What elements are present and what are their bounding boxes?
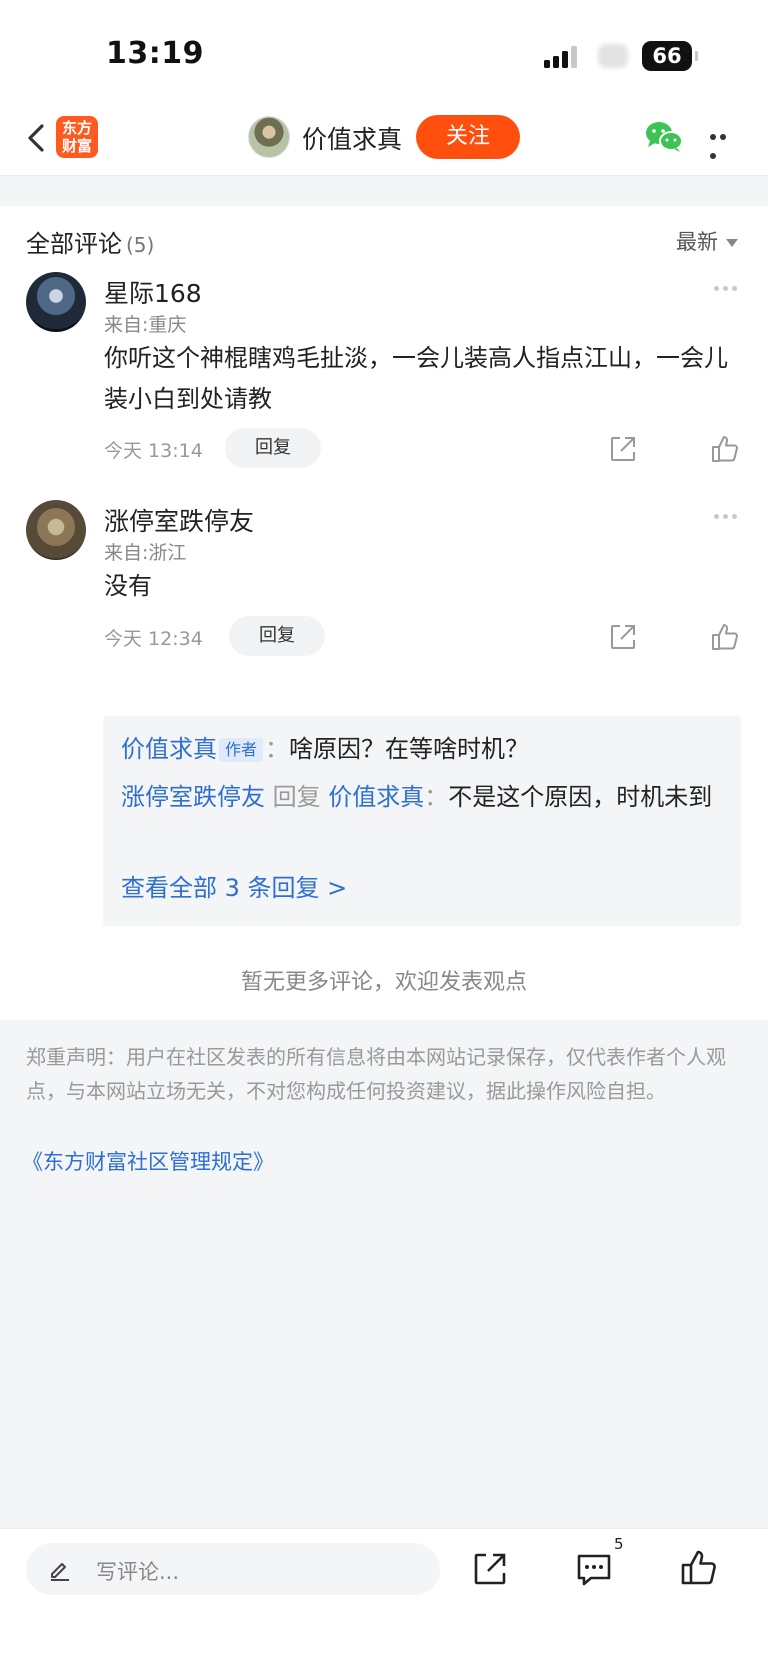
share-icon[interactable] xyxy=(608,622,638,652)
comment-text: 没有 xyxy=(104,572,152,600)
comment-item: 星际168 来自:重庆 你听这个神棍瞎鸡毛扯淡，一会儿装高人指点江山，一会儿装小… xyxy=(0,272,768,492)
comments-title: 全部评论 xyxy=(26,230,122,258)
author-name[interactable]: 价值求真 xyxy=(302,120,402,156)
comments-header: 全部评论 (5) xyxy=(26,224,154,259)
sort-label: 最新 xyxy=(676,230,718,254)
comment-more-icon[interactable] xyxy=(714,514,744,522)
comment-username[interactable]: 涨停室跌停友 xyxy=(104,502,254,538)
reply-text: 不是这个原因，时机未到 xyxy=(448,783,713,811)
comment-time: 今天 12:34 xyxy=(104,628,203,650)
reply-author[interactable]: 价值求真 xyxy=(121,735,217,763)
caret-down-icon xyxy=(726,239,738,247)
no-more-comments: 暂无更多评论，欢迎发表观点 xyxy=(240,970,527,995)
comment-more-icon[interactable] xyxy=(714,286,744,294)
logo-text-line2: 财富 xyxy=(61,137,92,155)
reply-line: 价值求真 作者 ：啥原因？在等啥时机？ xyxy=(121,728,721,770)
comment-location: 来自:浙江 xyxy=(104,542,187,564)
section-divider xyxy=(0,190,768,206)
reply-author[interactable]: 涨停室跌停友 xyxy=(121,783,265,811)
comment-item: 涨停室跌停友 来自:浙江 没有 今天 12:34 回复 xyxy=(0,500,768,670)
share-icon[interactable] xyxy=(608,434,638,464)
avatar[interactable] xyxy=(26,272,86,332)
logo-text-line1: 东方 xyxy=(61,119,92,137)
nav-bar: 东方 财富 价值求真 关注 xyxy=(0,100,768,176)
comment-input[interactable]: 写评论... xyxy=(26,1543,440,1595)
signal-icon xyxy=(544,44,584,68)
back-icon[interactable] xyxy=(22,118,58,158)
pencil-icon xyxy=(51,1563,69,1581)
comments-count: (5) xyxy=(126,233,155,257)
comment-meta: 今天 12:34 回复 xyxy=(104,616,744,656)
reply-button[interactable]: 回复 xyxy=(225,428,321,468)
battery-icon: 66 xyxy=(642,41,698,71)
comment-time: 今天 13:14 xyxy=(104,440,203,462)
author-avatar[interactable] xyxy=(248,116,290,158)
disclaimer-text: 郑重声明：用户在社区发表的所有信息将由本网站记录保存，仅代表作者个人观点，与本网… xyxy=(26,1045,726,1103)
app-logo[interactable]: 东方 财富 xyxy=(56,116,98,158)
reply-line: 涨停室跌停友 回复 价值求真：不是这个原因，时机未到 xyxy=(121,776,721,818)
sort-dropdown[interactable]: 最新 xyxy=(676,226,738,256)
reply-text: 啥原因？在等啥时机？ xyxy=(289,735,530,763)
share-icon[interactable] xyxy=(472,1551,508,1587)
comment-icon[interactable] xyxy=(575,1551,613,1587)
reply-button[interactable]: 回复 xyxy=(229,616,325,656)
wechat-icon[interactable] xyxy=(644,120,684,154)
follow-button[interactable]: 关注 xyxy=(416,115,520,159)
more-options-icon[interactable] xyxy=(710,134,738,159)
reply-target[interactable]: 价值求真 xyxy=(328,783,424,811)
wifi-icon xyxy=(598,44,628,68)
avatar[interactable] xyxy=(26,500,86,560)
author-badge: 作者 xyxy=(219,738,264,762)
status-bar: 13:19 66 xyxy=(0,0,768,100)
comment-meta: 今天 13:14 回复 xyxy=(104,428,744,468)
reply-separator: ： xyxy=(265,735,290,763)
comment-input-placeholder: 写评论... xyxy=(96,1560,180,1584)
comment-count-badge: 5 xyxy=(614,1535,624,1553)
comment-location: 来自:重庆 xyxy=(104,314,187,336)
view-all-replies-link[interactable]: 查看全部 3 条回复 > xyxy=(121,868,347,903)
reply-thread[interactable]: 价值求真 作者 ：啥原因？在等啥时机？ 涨停室跌停友 回复 价值求真：不是这个原因，… xyxy=(103,716,741,926)
comment-text: 你听这个神棍瞎鸡毛扯淡，一会儿装高人指点江山，一会儿装小白到处请教 xyxy=(104,344,728,413)
thumbs-up-icon[interactable] xyxy=(710,434,740,464)
status-time: 13:19 xyxy=(106,36,204,71)
bottom-action-bar: 写评论... 5 xyxy=(0,1528,768,1669)
comment-username[interactable]: 星际168 xyxy=(104,274,202,310)
thumbs-up-icon[interactable] xyxy=(710,622,740,652)
thumbs-up-icon[interactable] xyxy=(680,1549,718,1587)
reply-verb: 回复 xyxy=(265,783,329,811)
community-rules-link[interactable]: 《东方财富社区管理规定》 xyxy=(22,1146,274,1176)
reply-separator: ： xyxy=(424,783,449,811)
